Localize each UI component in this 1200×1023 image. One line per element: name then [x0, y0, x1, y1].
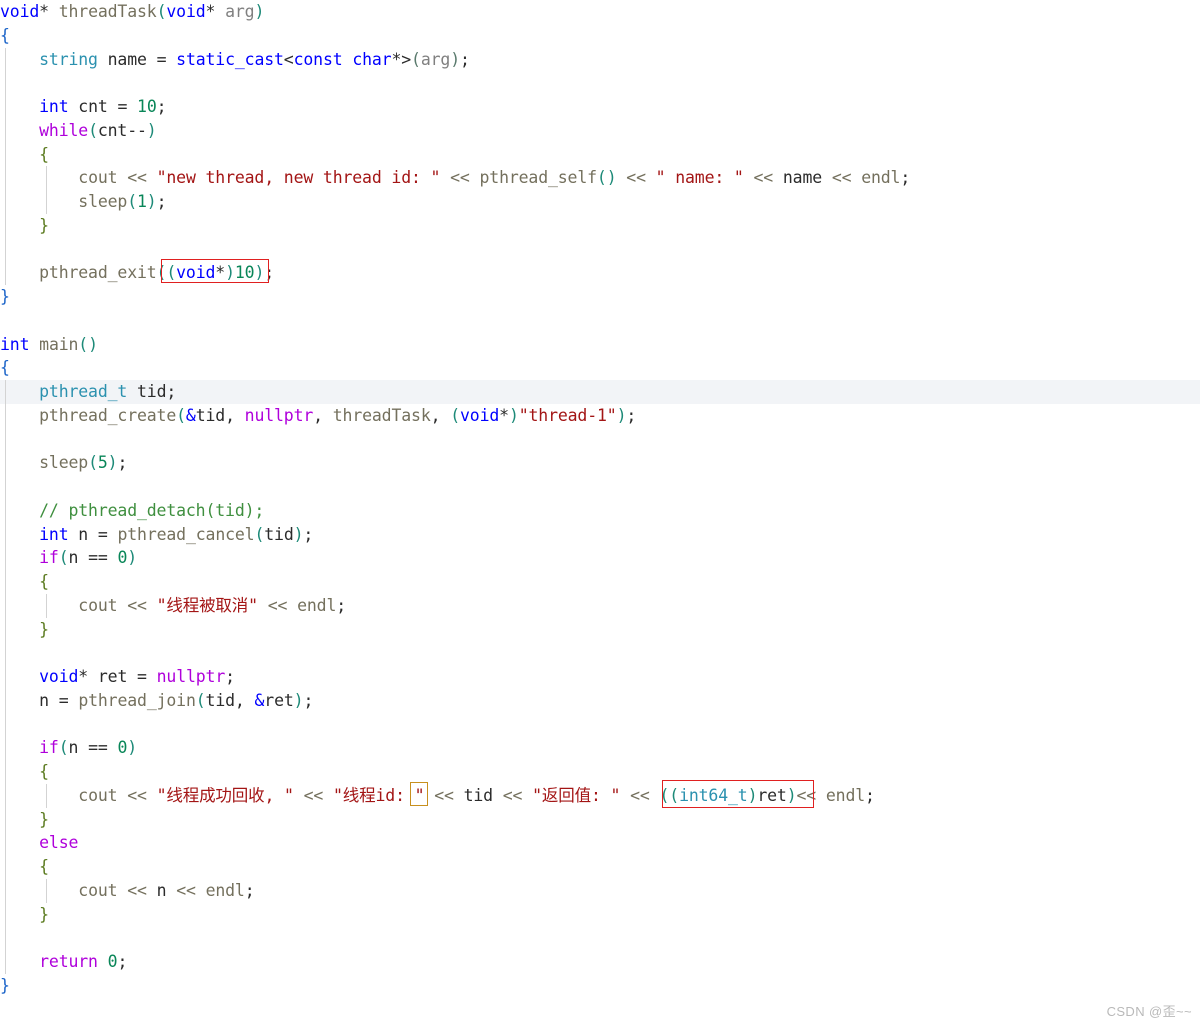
code-line[interactable] — [0, 926, 1200, 950]
csdn-watermark: CSDN @歪~~ — [1106, 1004, 1192, 1019]
code-line[interactable] — [0, 309, 1200, 333]
code-line[interactable]: // pthread_detach(tid); — [0, 498, 1200, 523]
code-line[interactable]: else — [0, 831, 1200, 855]
code-line[interactable]: { — [0, 24, 1200, 48]
code-line[interactable]: int main() — [0, 333, 1200, 357]
code-editor[interactable]: void* threadTask(void* arg) { string nam… — [0, 0, 1200, 1023]
code-line[interactable]: sleep(5); — [0, 451, 1200, 475]
code-line[interactable]: { — [0, 760, 1200, 784]
code-line[interactable]: if(n == 0) — [0, 736, 1200, 760]
code-line[interactable]: } — [0, 974, 1200, 998]
code-line[interactable]: cout << "线程被取消" << endl; — [0, 593, 1200, 618]
code-line[interactable]: sleep(1); — [0, 190, 1200, 214]
code-line[interactable]: pthread_create(&tid, nullptr, threadTask… — [0, 403, 1200, 428]
code-line[interactable] — [0, 237, 1200, 262]
code-line[interactable]: while(cnt--) — [0, 118, 1200, 143]
code-line[interactable]: void* threadTask(void* arg) — [0, 0, 1200, 24]
code-line[interactable]: return 0; — [0, 950, 1200, 974]
code-line[interactable]: if(n == 0) — [0, 546, 1200, 570]
code-line[interactable]: int n = pthread_cancel(tid); — [0, 522, 1200, 547]
code-line[interactable]: } — [0, 213, 1200, 238]
code-line[interactable]: cout << "线程成功回收, " << "线程id: " << tid <<… — [0, 783, 1200, 808]
code-line-current[interactable]: pthread_t tid; — [0, 380, 1200, 404]
code-line[interactable] — [0, 71, 1200, 95]
code-line[interactable]: { — [0, 142, 1200, 167]
code-line[interactable] — [0, 712, 1200, 737]
code-line[interactable]: } — [0, 617, 1200, 642]
code-line[interactable]: string name = static_cast<const char*>(a… — [0, 47, 1200, 72]
code-line[interactable]: } — [0, 807, 1200, 832]
code-line[interactable]: { — [0, 356, 1200, 380]
code-line[interactable]: { — [0, 855, 1200, 879]
code-line[interactable]: cout << "new thread, new thread id: " <<… — [0, 166, 1200, 190]
code-line[interactable]: n = pthread_join(tid, &ret); — [0, 688, 1200, 713]
code-line[interactable]: cout << n << endl; — [0, 878, 1200, 903]
code-line[interactable] — [0, 475, 1200, 499]
code-line[interactable] — [0, 641, 1200, 665]
code-line[interactable]: } — [0, 902, 1200, 927]
code-line[interactable] — [0, 427, 1200, 452]
code-line[interactable]: } — [0, 285, 1200, 309]
code-lines-container[interactable]: void* threadTask(void* arg) { string nam… — [0, 0, 1200, 998]
code-line[interactable]: pthread_exit((void*)10); — [0, 261, 1200, 285]
code-line[interactable]: { — [0, 570, 1200, 594]
code-line[interactable]: int cnt = 10; — [0, 95, 1200, 119]
code-line[interactable]: void* ret = nullptr; — [0, 665, 1200, 689]
